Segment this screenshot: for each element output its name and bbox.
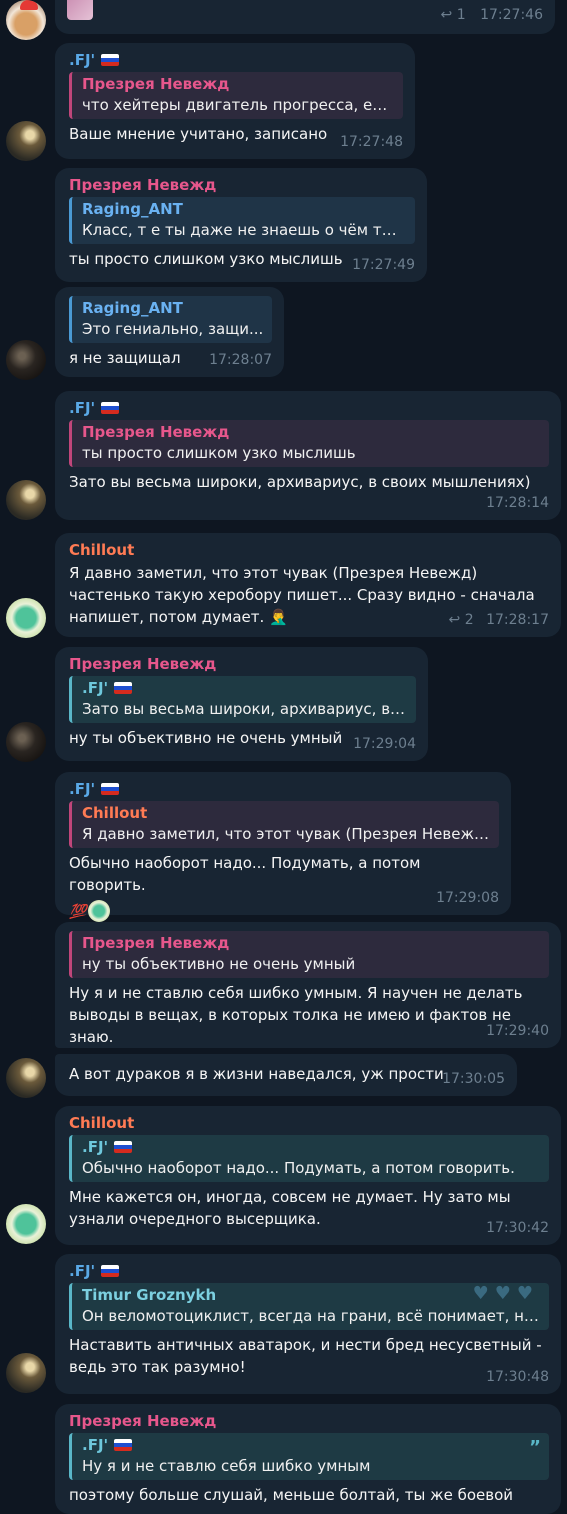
reply-text: Класс, т е ты даже не знаешь о чём ты п.… <box>82 221 407 239</box>
message-text: Наставить античных аватарок, и нести бре… <box>69 1336 542 1376</box>
avatar[interactable] <box>6 722 46 762</box>
message-bubble[interactable]: Raging_ANT Это гениально, защи... я не з… <box>55 287 284 377</box>
reactor-avatar <box>88 900 111 922</box>
sender-name[interactable]: Chillout <box>69 1113 549 1133</box>
reply-quote[interactable]: Презрея Невежд ну ты объективно не очень… <box>69 931 549 978</box>
message-text: Ну я и не ставлю себя шибко умным. Я нау… <box>69 984 523 1046</box>
reply-text: что хейтеры двигатель прогресса, ещ... <box>82 96 395 114</box>
message-bubble[interactable]: .FJ' Timur Groznykh Он веломотоциклист, … <box>55 1254 561 1394</box>
sender-name[interactable]: Презрея Невежд <box>69 654 416 674</box>
sender-name[interactable]: Презрея Невежд <box>69 175 415 195</box>
reply-quote[interactable]: .FJ' Зато вы весьма широки, архивариус, … <box>69 676 416 723</box>
sender-name[interactable]: .FJ' <box>69 398 549 418</box>
message-time: 17:30:42 <box>486 1220 549 1236</box>
avatar[interactable] <box>6 1058 46 1098</box>
message-bubble[interactable]: Chillout Я давно заметил, что этот чувак… <box>55 533 561 637</box>
message-bubble[interactable]: .FJ' Презрея Невежд ты просто слишком уз… <box>55 391 561 520</box>
message-time: 17:29:40 <box>486 1023 549 1039</box>
message-bubble[interactable]: А вот дураков я в жизни наведался, уж пр… <box>55 1054 517 1096</box>
sender-name[interactable]: .FJ' <box>69 50 403 70</box>
message-time: 17:30:05 <box>442 1071 505 1087</box>
reply-sender: Презрея Невежд <box>82 934 230 952</box>
reply-text: Он веломотоциклист, всегда на грани, всё… <box>82 1307 541 1325</box>
message-time: 17:27:48 <box>340 134 403 150</box>
message-time: 17:29:04 <box>353 736 416 752</box>
reply-sender: .FJ' <box>82 1137 541 1158</box>
reply-sender: Презрея Невежд <box>82 423 230 441</box>
avatar[interactable] <box>6 1204 46 1244</box>
message-time: 17:29:08 <box>436 890 499 906</box>
reply-sender: .FJ' <box>82 1435 541 1456</box>
forward-count: 2 <box>464 612 474 628</box>
message-time: 17:28:17 <box>486 612 549 628</box>
reply-quote[interactable]: Raging_ANT Класс, т е ты даже не знаешь … <box>69 197 415 244</box>
message-text: поэтому больше слушай, меньше болтай, ты… <box>69 1486 514 1504</box>
reply-text: ты просто слишком узко мыслишь <box>82 444 356 462</box>
message-time: 17:28:07 <box>209 352 272 368</box>
message-bubble[interactable]: Chillout .FJ' Обычно наоборот надо... По… <box>55 1106 561 1245</box>
message-bubble[interactable]: Презрея Невежд ну ты объективно не очень… <box>55 922 561 1048</box>
message-bubble[interactable]: .FJ' Презрея Невежд что хейтеры двигател… <box>55 43 415 159</box>
avatar[interactable] <box>6 340 46 380</box>
reply-quote[interactable]: .FJ' Обычно наоборот надо... Подумать, а… <box>69 1135 549 1182</box>
forward-icon: ↩ <box>448 612 461 628</box>
sender-name[interactable]: .FJ' <box>69 779 499 799</box>
flag-russia-icon <box>101 402 120 414</box>
message-text: Обычно наоборот надо... Подумать, а пото… <box>69 854 421 894</box>
message-text: Мне кажется он, иногда, совсем не думает… <box>69 1188 511 1228</box>
reply-text: Ну я и не ставлю себя шибко умным <box>82 1457 371 1475</box>
reply-quote[interactable]: .FJ' Ну я и не ставлю себя шибко умным ” <box>69 1433 549 1480</box>
message-bubble[interactable]: .FJ' Chillout Я давно заметил, что этот … <box>55 772 511 922</box>
reply-quote[interactable]: Raging_ANT Это гениально, защи... <box>69 296 272 343</box>
reply-text: ну ты объективно не очень умный <box>82 955 356 973</box>
forward-icon: ↩ <box>440 7 453 23</box>
reply-quote[interactable]: Презрея Невежд ты просто слишком узко мы… <box>69 420 549 467</box>
reply-quote[interactable]: Timur Groznykh Он веломотоциклист, всегд… <box>69 1283 549 1330</box>
message-time: 17:27:46 <box>480 7 543 23</box>
avatar[interactable] <box>6 1353 46 1393</box>
flag-russia-icon <box>101 54 120 66</box>
reply-text: Это гениально, защи... <box>82 320 264 338</box>
message-time: 17:27:49 <box>352 257 415 273</box>
flag-russia-icon <box>101 1265 120 1277</box>
reply-sender: Raging_ANT <box>82 299 183 317</box>
flag-russia-icon <box>101 783 120 795</box>
avatar[interactable] <box>6 0 46 40</box>
sender-name[interactable]: .FJ' <box>69 1261 549 1281</box>
message-bubble[interactable]: Презрея Невежд Raging_ANT Класс, т е ты … <box>55 168 427 282</box>
forward-count: 1 <box>456 7 466 23</box>
reply-text: Обычно наоборот надо... Подумать, а пото… <box>82 1159 515 1177</box>
sender-name[interactable]: Chillout <box>69 540 549 560</box>
flag-russia-icon <box>114 1141 133 1153</box>
reply-sender: .FJ' <box>82 678 408 699</box>
reaction-100-icon[interactable]: 💯 <box>69 904 86 920</box>
avatar[interactable] <box>6 480 46 520</box>
reply-text: Я давно заметил, что этот чувак (Презрея… <box>82 825 491 843</box>
reply-quote[interactable]: Chillout Я давно заметил, что этот чувак… <box>69 801 499 848</box>
reply-sender: Raging_ANT <box>82 200 183 218</box>
reply-quote[interactable]: Презрея Невежд что хейтеры двигатель про… <box>69 72 403 119</box>
avatar[interactable] <box>6 121 46 161</box>
flag-russia-icon <box>114 1439 133 1451</box>
thumbnail-image[interactable] <box>67 0 93 20</box>
message-text: Зато вы весьма широки, архивариус, в сво… <box>69 473 531 491</box>
message-bubble[interactable]: ↩ 1 17:27:46 <box>55 0 555 34</box>
message-bubble[interactable]: Презрея Невежд .FJ' Зато вы весьма широк… <box>55 647 428 761</box>
message-bubble[interactable]: Презрея Невежд .FJ' Ну я и не ставлю себ… <box>55 1404 561 1514</box>
reply-sender: Презрея Невежд <box>82 75 230 93</box>
message-time: 17:28:14 <box>486 495 549 511</box>
sender-name[interactable]: Презрея Невежд <box>69 1411 549 1431</box>
flag-russia-icon <box>114 682 133 694</box>
hearts-pattern-icon: ♥♥♥ <box>472 1283 539 1304</box>
message-time: 17:30:48 <box>486 1369 549 1385</box>
reply-text: Зато вы весьма широки, архивариус, в ... <box>82 700 408 718</box>
quote-icon: ” <box>529 1437 541 1458</box>
reply-sender: Chillout <box>82 804 148 822</box>
avatar[interactable] <box>6 598 46 638</box>
message-text: А вот дураков я в жизни наведался, уж пр… <box>69 1065 444 1083</box>
